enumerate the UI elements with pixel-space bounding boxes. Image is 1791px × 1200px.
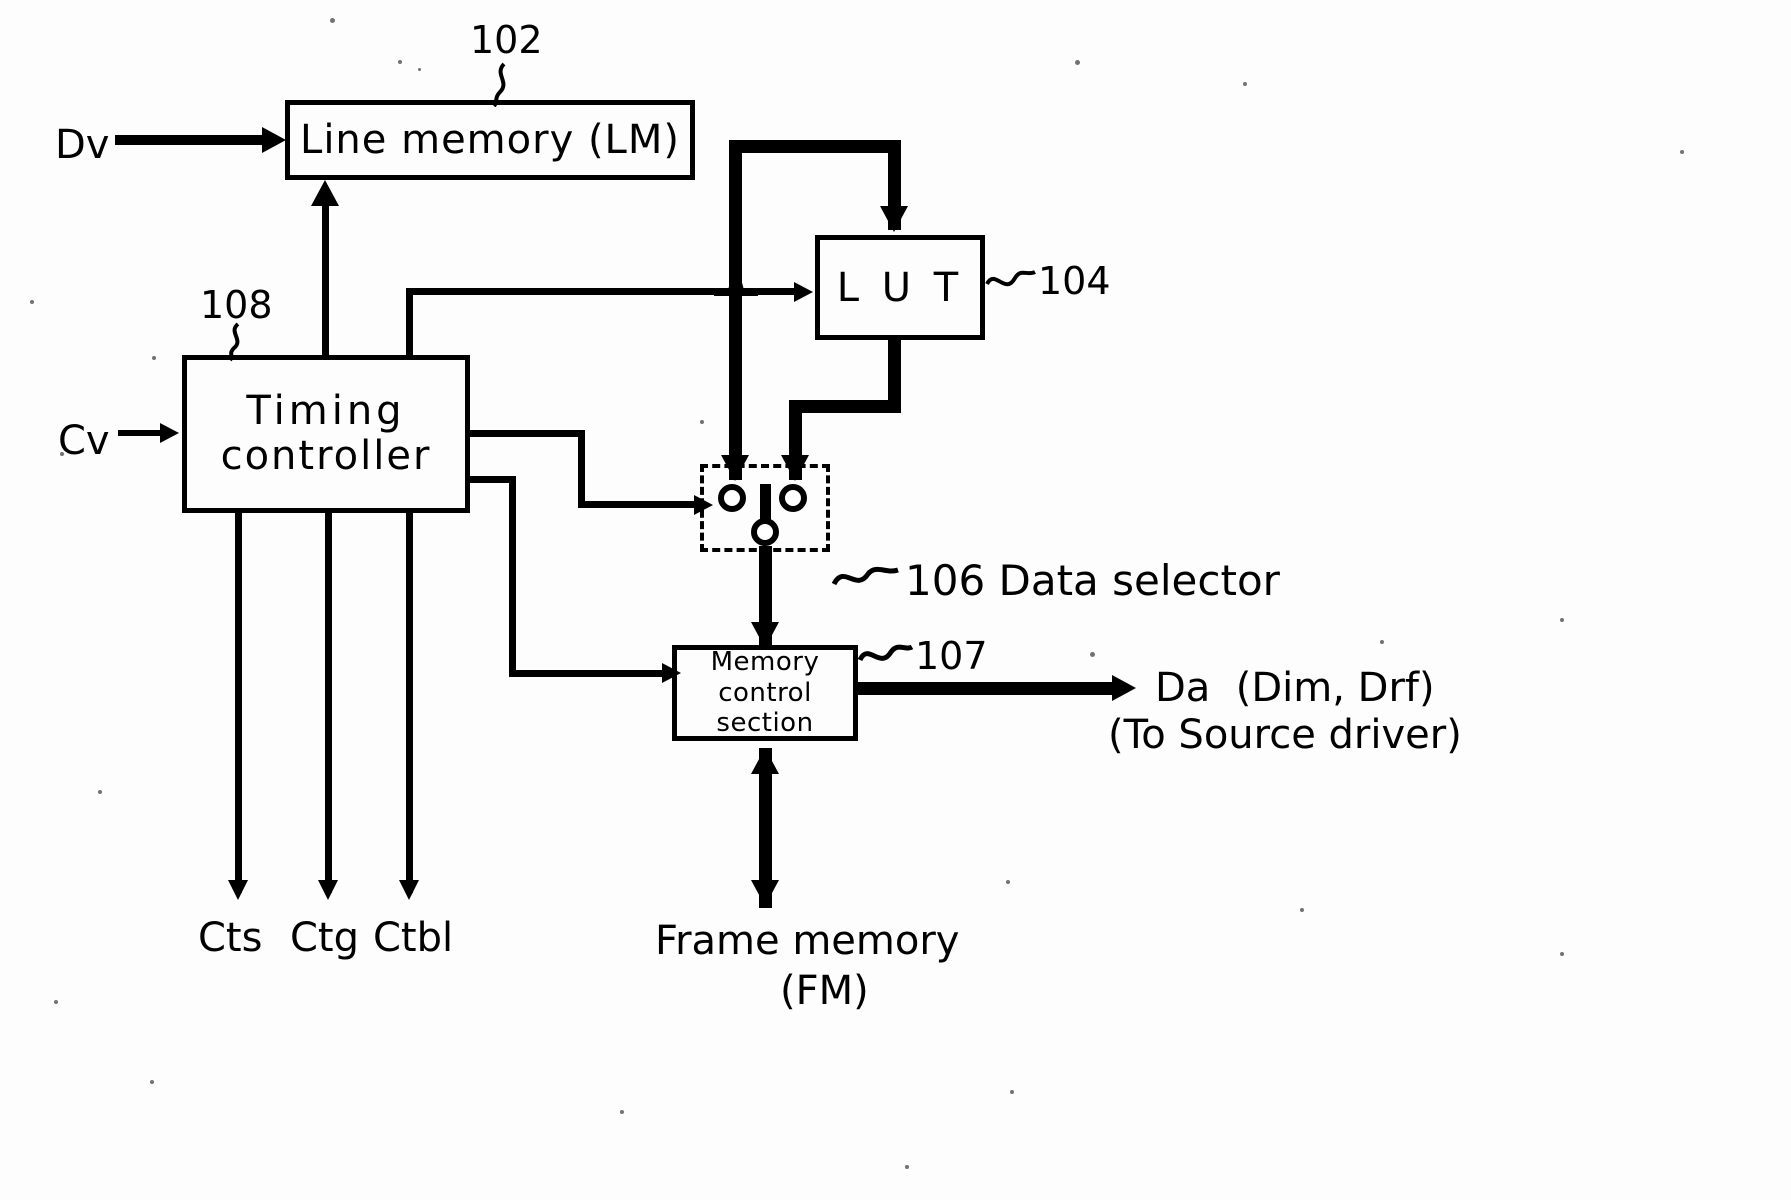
speckle xyxy=(1010,1090,1014,1094)
wire-tc-to-lm xyxy=(322,205,329,357)
arrowhead-cts-icon xyxy=(228,880,248,900)
leader-line-108-icon xyxy=(228,322,240,362)
block-lut-label: L U T xyxy=(836,264,964,311)
arrowhead-cv-icon xyxy=(160,423,179,443)
arrowhead-tc-to-lm-icon xyxy=(311,180,339,206)
block-timing-controller-label-line1: Timing xyxy=(246,388,406,435)
block-line-memory-label: Line memory (LM) xyxy=(300,117,680,163)
speckle xyxy=(1075,60,1080,65)
speckle xyxy=(54,1000,58,1004)
block-memory-control-section[interactable]: Memory control section xyxy=(672,645,858,741)
ref-102: 102 xyxy=(470,18,543,62)
wire-tc-to-selector-horiz1 xyxy=(470,430,585,437)
speckle xyxy=(418,68,421,71)
wire-tc-to-mcs-horiz2 xyxy=(509,670,666,677)
output-label-ctg: Ctg xyxy=(290,915,360,961)
speckle xyxy=(1380,640,1384,644)
output-label-da-line2: (To Source driver) xyxy=(1108,712,1462,758)
output-label-frame-memory-line1: Frame memory xyxy=(655,918,960,964)
output-label-cts: Cts xyxy=(198,915,263,961)
bus-lm-to-lut xyxy=(729,140,901,153)
output-label-da-line1: Da (Dim, Drf) xyxy=(1155,665,1435,711)
bus-lut-out-horiz xyxy=(789,400,901,413)
input-label-dv: Dv xyxy=(55,122,110,168)
block-memory-control-label-line2: control xyxy=(718,677,812,708)
selector-terminal-left[interactable] xyxy=(718,484,746,512)
arrowhead-bus-lut-in-icon xyxy=(880,206,908,232)
wire-cv xyxy=(118,430,163,436)
bus-lut-out-vert xyxy=(888,340,901,408)
arrowhead-tc-to-lut-icon xyxy=(794,282,813,302)
speckle xyxy=(1560,952,1564,956)
speckle xyxy=(905,1165,909,1169)
speckle xyxy=(330,18,335,23)
block-memory-control-label-line1: Memory xyxy=(710,647,820,677)
wire-tc-to-mcs-vert xyxy=(509,476,516,676)
output-label-ctbl: Ctbl xyxy=(373,915,454,961)
arrowhead-frame-memory-up-icon xyxy=(751,748,779,774)
figure-canvas: Line memory (LM) 102 Dv L U T 104 Timing… xyxy=(0,0,1791,1200)
block-timing-controller[interactable]: Timing controller xyxy=(182,355,470,513)
arrowhead-ctbl-icon xyxy=(399,880,419,900)
speckle xyxy=(98,790,102,794)
wire-dv xyxy=(115,135,265,145)
ref-104: 104 xyxy=(1038,259,1111,303)
bus-mcs-to-da xyxy=(858,682,1118,695)
speckle xyxy=(1243,82,1247,86)
leader-line-102-icon xyxy=(492,62,506,107)
speckle xyxy=(620,1110,624,1114)
block-line-memory[interactable]: Line memory (LM) xyxy=(285,100,695,180)
arrowhead-ctg-icon xyxy=(318,880,338,900)
speckle xyxy=(1090,652,1095,657)
wire-tc-to-selector-horiz2 xyxy=(578,501,696,508)
bus-lm-to-selector xyxy=(729,140,742,480)
wire-ctg xyxy=(325,513,332,893)
wire-ctbl xyxy=(406,513,413,893)
speckle xyxy=(30,300,34,304)
block-timing-controller-label-line2: controller xyxy=(220,433,432,479)
leader-line-104-icon xyxy=(985,270,1036,287)
arrowhead-dv-icon xyxy=(262,127,286,153)
wire-tc-to-lut-vert xyxy=(406,288,413,358)
block-lut[interactable]: L U T xyxy=(815,235,985,340)
arrowhead-da-icon xyxy=(1112,675,1136,701)
speckle xyxy=(152,356,156,360)
wire-crossing-hop-icon xyxy=(714,266,758,296)
arrowhead-frame-memory-down-icon xyxy=(751,880,779,906)
speckle xyxy=(1300,908,1304,912)
speckle xyxy=(150,1080,154,1084)
speckle xyxy=(398,60,402,64)
wire-tc-to-selector-vert xyxy=(578,430,585,508)
speckle xyxy=(1560,618,1564,622)
output-label-frame-memory-line2: (FM) xyxy=(780,968,869,1014)
input-label-cv: Cv xyxy=(58,418,110,464)
leader-line-107-icon xyxy=(858,644,914,662)
ref-106-data-selector: 106 Data selector xyxy=(905,556,1280,605)
ref-108: 108 xyxy=(200,283,273,327)
speckle xyxy=(1006,880,1010,884)
leader-line-106-icon xyxy=(832,566,899,586)
ref-107: 107 xyxy=(915,634,988,678)
selector-common-terminal[interactable] xyxy=(751,518,779,546)
wire-cts xyxy=(235,513,242,893)
speckle xyxy=(1680,150,1684,154)
speckle xyxy=(700,420,704,424)
block-memory-control-label-line3: section xyxy=(716,708,814,739)
selector-terminal-right[interactable] xyxy=(779,484,807,512)
